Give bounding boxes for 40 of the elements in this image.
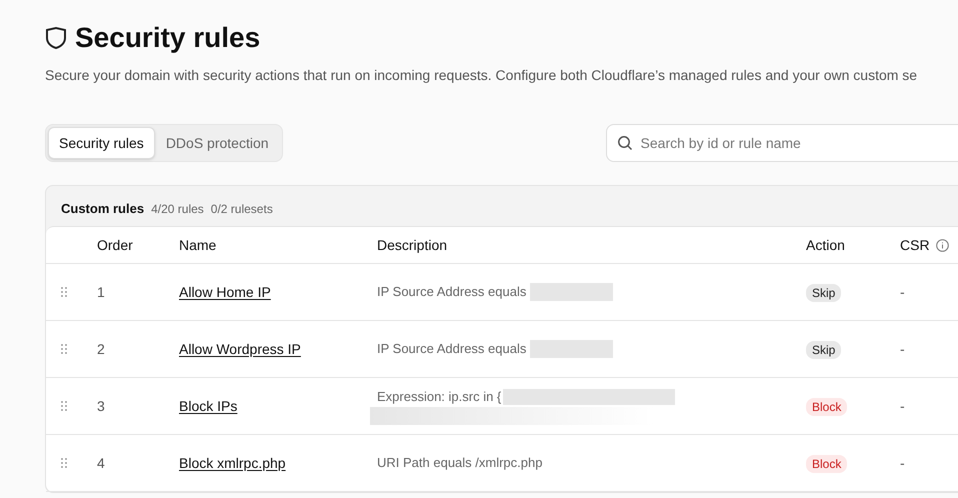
action-badge: Skip	[806, 284, 842, 302]
info-icon	[936, 238, 949, 252]
column-header: Order	[97, 236, 133, 254]
column-header: Description	[377, 236, 448, 255]
column-header: Name	[179, 236, 216, 254]
order-number: 2	[97, 340, 105, 356]
csr-value: -	[900, 454, 905, 470]
tab[interactable]: Security rules	[48, 127, 155, 159]
action-badge: Block	[806, 398, 848, 416]
order-number: 3	[97, 398, 105, 414]
rule-name-link[interactable]: Allow Wordpress IP	[179, 340, 301, 356]
order-number: 1	[97, 284, 105, 300]
search-field[interactable]: Search by id or rule name	[606, 124, 958, 162]
csr-value: -	[900, 398, 905, 414]
drag-handle-icon[interactable]	[61, 344, 67, 354]
column-header: Action	[806, 236, 845, 254]
order-number: 4	[97, 454, 105, 470]
rule-name-link[interactable]: Allow Home IP	[179, 284, 271, 300]
rule-description: IP Source Address equals	[377, 283, 526, 302]
drag-handle-icon[interactable]	[61, 286, 67, 298]
rule-description: IP Source Address equals	[377, 340, 526, 358]
search-icon	[616, 135, 633, 151]
rule-name-link[interactable]: Block xmlrpc.php	[179, 454, 286, 470]
rules-count: 4/20 rules	[151, 201, 204, 218]
section-title: Custom rules	[61, 200, 144, 218]
rule-description: Expression: ip.src in {	[377, 388, 502, 406]
rule-name-link[interactable]: Block IPs	[179, 398, 238, 414]
drag-handle-icon[interactable]	[61, 458, 67, 468]
csr-value: -	[900, 340, 905, 356]
page-description: Secure your domain with security actions that run on incoming requests. Configure both Cloudflare’s managed rules and your own custom se	[45, 66, 918, 85]
tab[interactable]: DDoS protection	[154, 127, 280, 159]
page-title: Security rules	[75, 21, 260, 55]
action-badge: Skip	[806, 340, 842, 358]
rulesets-count: 0/2 rulesets	[210, 201, 273, 218]
csr-value: -	[900, 284, 905, 300]
shield-icon	[45, 26, 67, 50]
rule-description: URI Path equals /xmlrpc.php	[377, 455, 542, 470]
action-badge: Block	[806, 454, 848, 472]
drag-handle-icon[interactable]	[61, 400, 67, 412]
column-header: CSR	[900, 236, 930, 254]
